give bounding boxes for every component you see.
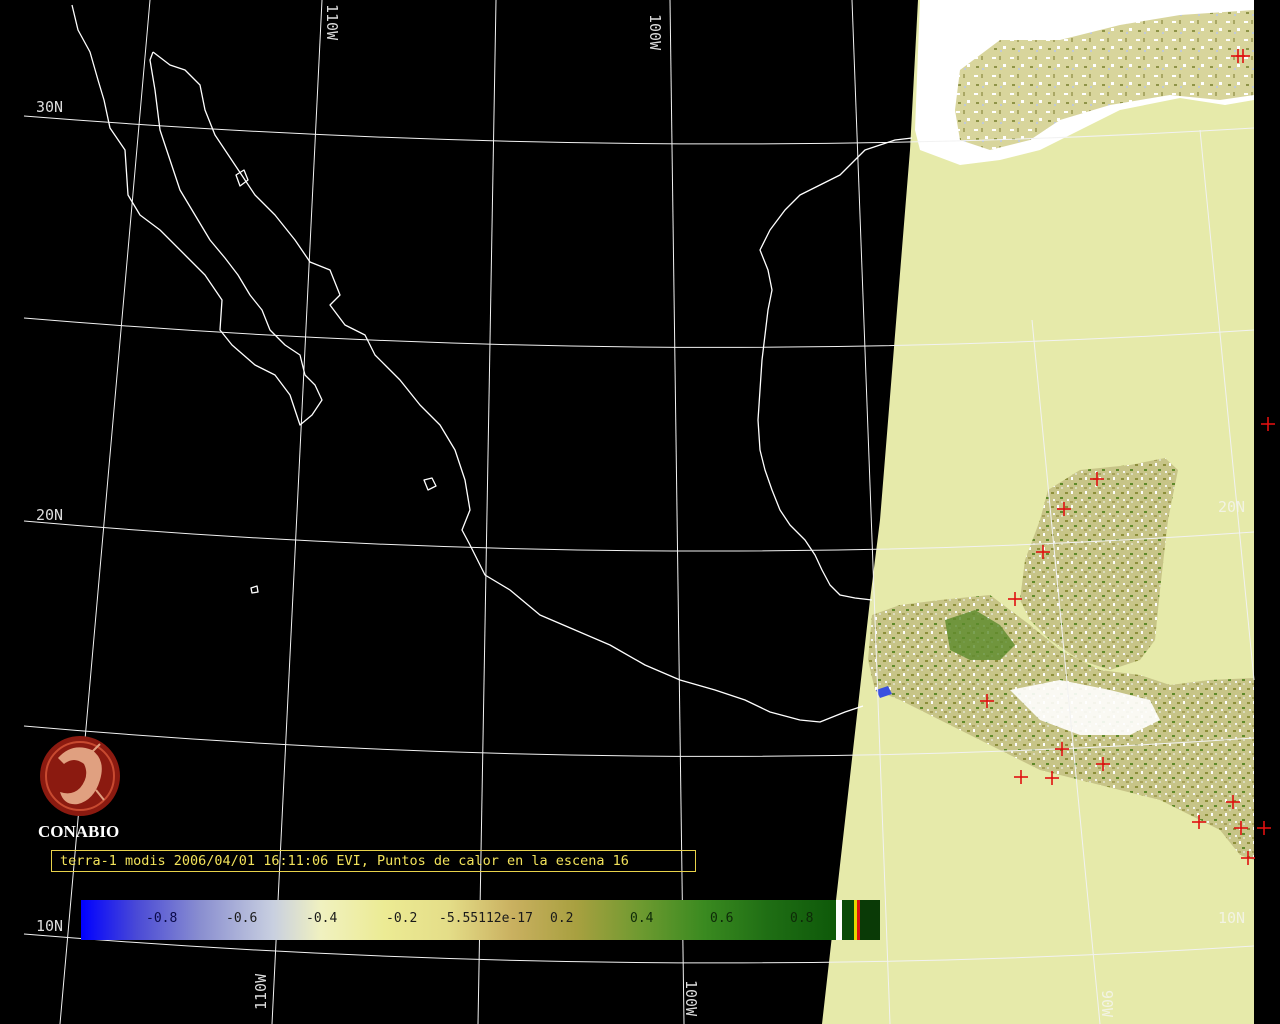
label-lon-110-bottom: 110W bbox=[252, 973, 270, 1010]
colorbar-tick: 0.2 bbox=[550, 911, 574, 926]
label-lon-110-top: 110W bbox=[323, 4, 341, 41]
colorbar-darkgreen-swatch bbox=[842, 900, 854, 940]
label-lat-20-right: 20N bbox=[1218, 498, 1245, 516]
label-lon-100-bottom: 100W bbox=[682, 980, 700, 1017]
label-lat-30: 30N bbox=[36, 98, 63, 116]
colorbar-tick: 0.4 bbox=[630, 911, 654, 926]
colorbar-tick: -0.4 bbox=[306, 911, 338, 926]
label-lat-10: 10N bbox=[36, 917, 63, 935]
conabio-emblem-icon bbox=[40, 736, 120, 816]
label-lat-20: 20N bbox=[36, 506, 63, 524]
colorbar-end-swatch bbox=[860, 900, 880, 940]
colorbar-tick: -0.8 bbox=[146, 911, 178, 926]
colorbar-tick: 0.8 bbox=[790, 911, 814, 926]
colorbar-tick: -0.6 bbox=[226, 911, 258, 926]
label-lon-90-bottom: 90W bbox=[1098, 990, 1116, 1018]
label-lon-100-top: 100W bbox=[646, 14, 664, 51]
scene-caption: terra-1 modis 2006/04/01 16:11:06 EVI, P… bbox=[51, 850, 696, 872]
colorbar-tick: 0.6 bbox=[710, 911, 734, 926]
conabio-logo-text: CONABIO bbox=[38, 822, 120, 841]
colorbar-tick: -0.2 bbox=[386, 911, 418, 926]
colorbar-tick: -5.55112e-17 bbox=[439, 911, 533, 926]
label-lat-10-right: 10N bbox=[1218, 909, 1245, 927]
